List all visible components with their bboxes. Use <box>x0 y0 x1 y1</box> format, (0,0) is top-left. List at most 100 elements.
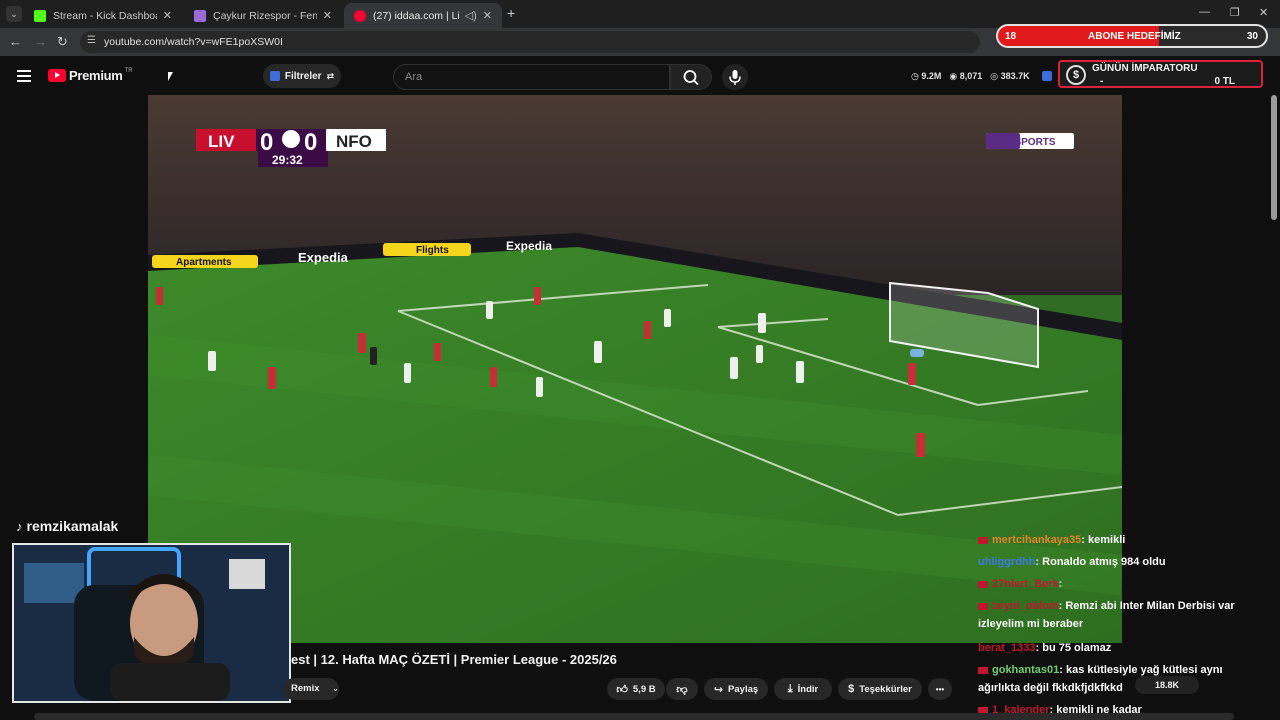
tab-kick-dashboard[interactable]: Stream - Kick Dashboard ✕ <box>24 3 182 28</box>
chat-badge-icon <box>978 666 988 674</box>
goal-current: 18 <box>1005 31 1017 42</box>
dislike-button[interactable]: 👎︎ <box>666 678 698 700</box>
webcam-image <box>14 545 289 701</box>
thanks-button[interactable]: $ Teşekkürler <box>838 678 922 700</box>
filters-button[interactable]: Filtreler ⇄ <box>263 64 341 88</box>
chat-text: : Remzi abi Inter Milan Derbisi var <box>1058 600 1235 612</box>
chat-badge-icon <box>978 536 988 544</box>
logo-text: Premium <box>69 68 123 83</box>
like-button[interactable]: 👍︎ 5,9 B <box>607 678 665 700</box>
ad-text-flights: Flights <box>416 245 449 256</box>
chat-username: mertcihankaya35 <box>992 534 1082 546</box>
chat-text: ağırlıkta değil fkkdkfjdkfkkd <box>978 682 1123 694</box>
download-button[interactable]: ⤓ İndir <box>774 678 832 700</box>
stat-value: 9.2M <box>921 71 942 81</box>
tab-iddaa-liverpool[interactable]: (27) iddaa.com | Liverpool ◁) ✕ <box>344 3 502 28</box>
back-icon[interactable]: ← <box>9 34 22 49</box>
download-icon: ⤓ <box>787 682 793 695</box>
ad-text-expedia-2: Expedia <box>506 239 552 253</box>
chat-message: ağırlıkta değil fkkdkfjdkfkkd <box>978 680 1258 696</box>
chat-username: gokhantas01 <box>992 664 1060 676</box>
close-tab-icon[interactable]: ✕ <box>323 9 332 22</box>
tab-rizespor-fenerbahce[interactable]: Çaykur Rizespor - Fenerbahçe ✕ <box>184 3 342 28</box>
remix-button[interactable]: Remix ⌄ <box>283 678 339 700</box>
chat-text: izleyelim mi beraber <box>978 618 1084 630</box>
logo-region: TR <box>124 68 133 74</box>
goal-target: 30 <box>1246 31 1258 42</box>
youtube-play-icon <box>48 69 66 82</box>
thanks-label: Teşekkürler <box>859 683 912 695</box>
audio-playing-icon[interactable]: ◁) <box>465 9 477 22</box>
goal-label: ABONE HEDEFİMİZ <box>1088 31 1181 42</box>
subscriber-goal-bar: 18 ABONE HEDEFİMİZ 30 <box>996 24 1268 48</box>
stream-stats: ◷ 9.2M ◉ 8,071 ◎ 383.7K <box>911 71 1030 82</box>
match-clock: 29:32 <box>272 153 303 167</box>
video-player[interactable]: Apartments Expedia Flights Expedia LIV 0… <box>148 95 1122 643</box>
chat-message: gokhantas01: kas kütlesiyle yağ kütlesi … <box>978 662 1258 678</box>
thumbs-up-icon: 👍︎ <box>616 683 628 696</box>
mouse-cursor-icon <box>168 72 173 81</box>
hamburger-menu-icon[interactable] <box>17 70 31 82</box>
broadcaster-name: beIN SPORTS <box>990 137 1056 148</box>
stat-clock-icon: ◷ 9.2M <box>911 71 942 81</box>
like-count: 5,9 B <box>632 683 656 695</box>
chat-username: 27hlert_Berk <box>992 578 1059 590</box>
reload-icon[interactable]: ↻ <box>57 34 68 50</box>
chat-message: izleyelim mi beraber <box>978 616 1258 632</box>
tab-label: Çaykur Rizespor - Fenerbahçe <box>213 9 317 22</box>
url-text: youtube.com/watch?v=wFE1poXSW0I <box>104 36 283 48</box>
champion-amount: 0 TL <box>1214 76 1235 87</box>
voice-search-button[interactable] <box>722 64 748 90</box>
chat-username: berat_1333 <box>978 642 1036 654</box>
tab-label: (27) iddaa.com | Liverpool <box>373 9 459 22</box>
champion-of-day-panel: $ GÜNÜN İMPARATORU - 0 TL <box>1058 60 1263 88</box>
chat-text: : bu 75 olamaz <box>1035 642 1112 654</box>
close-window-icon[interactable]: ✕ <box>1259 6 1268 19</box>
new-tab-button[interactable]: + <box>507 5 515 21</box>
streamer-name: remzikamalak <box>26 518 119 534</box>
chat-text: : <box>1058 578 1063 590</box>
close-tab-icon[interactable]: ✕ <box>483 9 492 22</box>
champion-name: - <box>1100 76 1104 87</box>
video-title: est | 12. Hafta MAÇ ÖZETİ | Premier Leag… <box>291 652 617 667</box>
tiktok-icon: ♪ <box>16 518 23 534</box>
away-team-label: NFO <box>336 132 372 151</box>
site-info-icon[interactable]: ☰ <box>87 35 96 46</box>
tab-label: Stream - Kick Dashboard <box>53 9 157 22</box>
maximize-icon[interactable]: ❐ <box>1230 6 1240 19</box>
thumbs-down-icon: 👎︎ <box>676 683 688 696</box>
address-bar[interactable]: ☰ youtube.com/watch?v=wFE1poXSW0I <box>80 31 980 53</box>
football-broadcast-frame: Apartments Expedia Flights Expedia LIV 0… <box>148 95 1122 643</box>
chat-message: zeynl_oblom: Remzi abi Inter Milan Derbi… <box>978 598 1258 614</box>
share-button[interactable]: ↪ Paylaş <box>704 678 768 700</box>
search-input[interactable]: Ara <box>393 64 670 90</box>
youtube-favicon-icon <box>354 9 366 22</box>
microphone-icon <box>729 70 741 85</box>
youtube-premium-logo[interactable]: Premium TR <box>48 68 133 83</box>
filters-label: Filtreler <box>284 70 322 82</box>
kick-overlay-badge-icon <box>1042 71 1052 81</box>
chat-badge-icon <box>978 602 988 610</box>
search-icon <box>683 70 699 86</box>
forward-icon[interactable]: → <box>34 34 47 49</box>
chat-message: 27hlert_Berk: <box>978 576 1258 592</box>
chat-text: : kas kütlesiyle yağ kütlesi aynı <box>1059 664 1223 676</box>
stat-views-icon: ◎ 383.7K <box>990 71 1030 81</box>
chat-message: berat_1333: bu 75 olamaz <box>978 640 1258 656</box>
page-scrollbar[interactable] <box>1271 95 1277 220</box>
site-favicon-icon <box>194 9 206 22</box>
streamer-tag: ♪ remzikamalak <box>16 518 118 534</box>
champion-title: GÜNÜN İMPARATORU <box>1092 63 1198 74</box>
download-label: İndir <box>797 683 819 695</box>
minimize-icon[interactable]: — <box>1199 6 1210 18</box>
more-actions-button[interactable]: ••• <box>928 678 952 700</box>
tab-search-dropdown-icon[interactable]: ⌄ <box>6 6 22 22</box>
thanks-icon: $ <box>848 683 855 695</box>
ad-text-expedia-1: Expedia <box>298 250 349 265</box>
close-tab-icon[interactable]: ✕ <box>163 9 172 22</box>
search-button[interactable] <box>670 64 712 90</box>
chat-message: uhliggrdhh: Ronaldo atmış 984 oldu <box>978 554 1258 570</box>
bottom-scrollbar[interactable] <box>34 713 1234 720</box>
chat-username: zeynl_oblom <box>992 600 1059 612</box>
stat-value: 8,071 <box>959 71 983 81</box>
